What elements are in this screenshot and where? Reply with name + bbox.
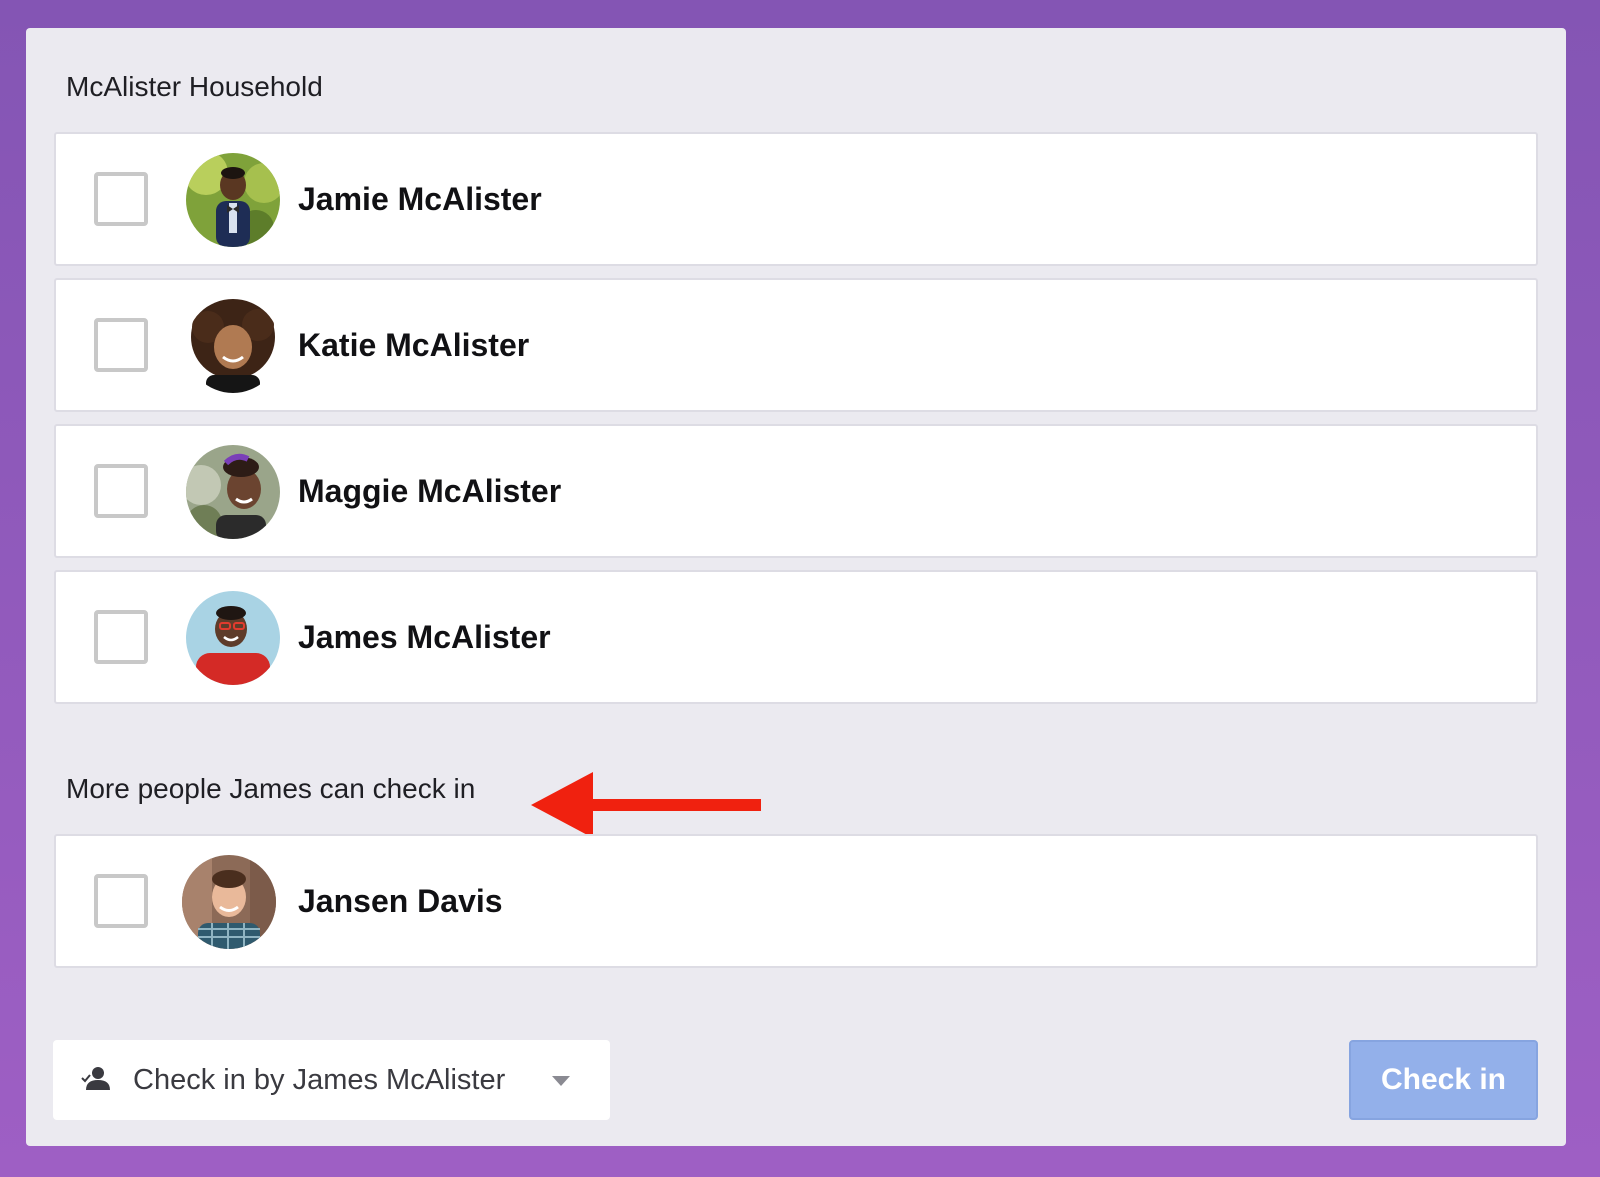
checkin-by-select[interactable]: Check in by James McAlister bbox=[53, 1040, 610, 1120]
more-people-title: More people James can check in bbox=[66, 773, 476, 804]
checkbox[interactable] bbox=[94, 610, 148, 664]
person-check-icon bbox=[81, 1067, 110, 1090]
person-row-james[interactable]: James McAlister bbox=[54, 570, 1538, 704]
checkin-panel: McAlister Household Jamie McAlister Kati… bbox=[26, 28, 1566, 1146]
person-name: Maggie McAlister bbox=[298, 473, 562, 509]
person-name: Jansen Davis bbox=[298, 883, 503, 919]
avatar bbox=[186, 445, 280, 539]
chevron-down-icon bbox=[552, 1076, 570, 1086]
household-title: McAlister Household bbox=[66, 71, 323, 102]
person-name: Katie McAlister bbox=[298, 327, 530, 363]
person-row-jamie[interactable]: Jamie McAlister bbox=[54, 132, 1538, 266]
person-name: James McAlister bbox=[298, 619, 551, 655]
check-in-button[interactable]: Check in bbox=[1349, 1040, 1538, 1120]
checkbox[interactable] bbox=[94, 172, 148, 226]
person-row-jansen[interactable]: Jansen Davis bbox=[54, 834, 1538, 968]
checkbox[interactable] bbox=[94, 318, 148, 372]
avatar bbox=[186, 299, 280, 393]
checkbox[interactable] bbox=[94, 464, 148, 518]
avatar bbox=[186, 153, 280, 247]
checkin-by-label: Check in by James McAlister bbox=[133, 1064, 506, 1096]
arrow-left-icon bbox=[531, 772, 761, 838]
person-row-maggie[interactable]: Maggie McAlister bbox=[54, 424, 1538, 558]
checkbox[interactable] bbox=[94, 874, 148, 928]
avatar bbox=[186, 591, 280, 685]
person-name: Jamie McAlister bbox=[298, 181, 542, 217]
person-row-katie[interactable]: Katie McAlister bbox=[54, 278, 1538, 412]
avatar bbox=[182, 855, 276, 949]
